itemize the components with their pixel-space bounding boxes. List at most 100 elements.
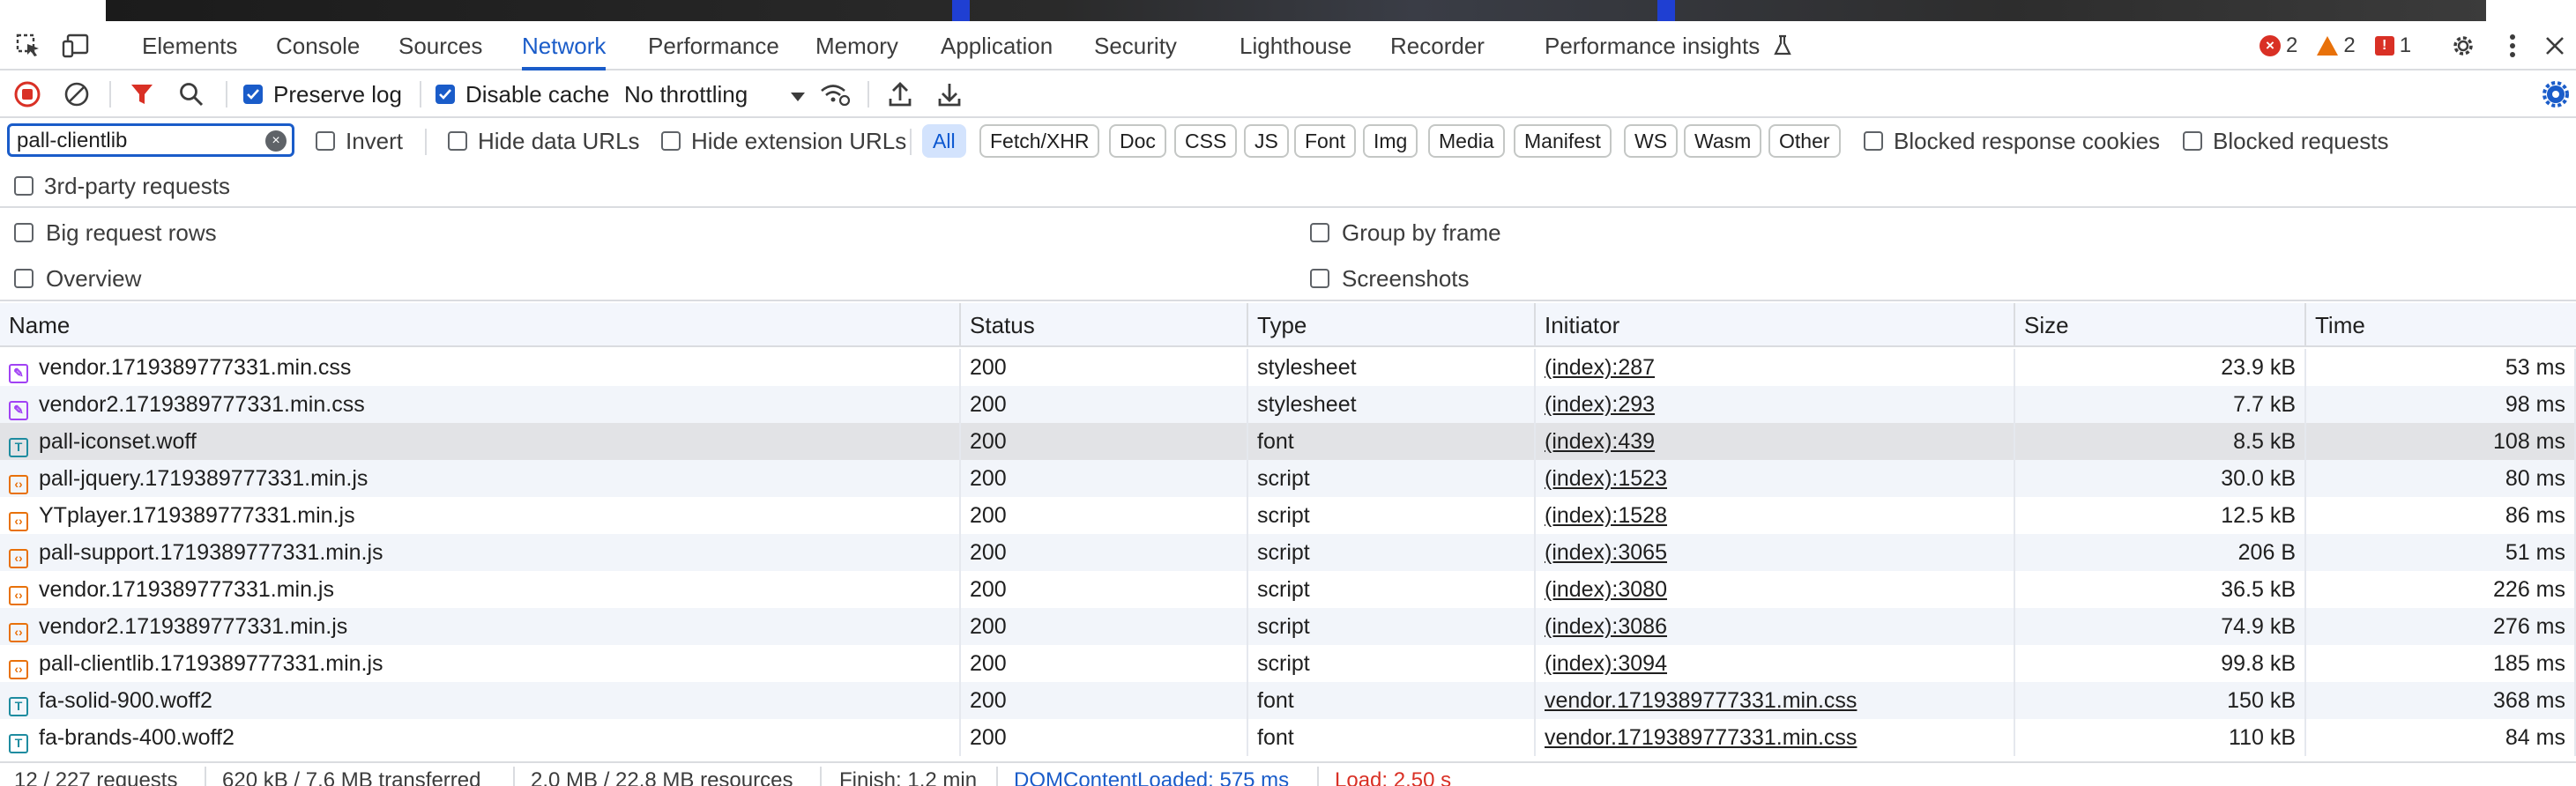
filter-chip-js[interactable]: JS bbox=[1244, 124, 1289, 158]
filter-input[interactable]: pall-clientlib × bbox=[7, 123, 294, 157]
table-row[interactable]: Tpall-iconset.woff 200 font (index):439 8.5 … bbox=[0, 423, 2576, 460]
checkbox-unchecked-icon[interactable] bbox=[1864, 131, 1883, 151]
clear-filter-icon[interactable]: × bbox=[265, 130, 287, 152]
table-row[interactable]: ‹› pall-support.1719389777331.min.js 200 sc… bbox=[0, 534, 2576, 571]
cell-initiator-text[interactable]: (index):1523 bbox=[1545, 466, 1667, 491]
table-row[interactable]: ‹› vendor.1719389777331.min.js 200 script (i… bbox=[0, 571, 2576, 608]
cell-initiator-text[interactable]: (index):3065 bbox=[1545, 540, 1667, 565]
cell-initiator[interactable]: (index):3080 bbox=[1536, 571, 2015, 608]
inspect-element-icon[interactable] bbox=[12, 30, 44, 62]
export-har-icon[interactable] bbox=[933, 78, 966, 111]
preserve-log-checkbox[interactable]: Preserve log bbox=[243, 70, 402, 118]
column-header-size[interactable]: Size bbox=[2015, 303, 2306, 347]
checkbox-unchecked-icon[interactable] bbox=[14, 223, 34, 242]
import-har-icon[interactable] bbox=[883, 78, 917, 111]
filter-chip-img[interactable]: Img bbox=[1363, 124, 1418, 158]
filter-chip-media[interactable]: Media bbox=[1428, 124, 1505, 158]
column-header-time[interactable]: Time bbox=[2306, 303, 2576, 347]
checkbox-unchecked-icon[interactable] bbox=[14, 269, 34, 288]
checkbox-unchecked-icon[interactable] bbox=[1310, 223, 1329, 242]
blocked-response-cookies-checkbox[interactable]: Blocked response cookies bbox=[1864, 118, 2160, 164]
hide-extension-urls-checkbox[interactable]: Hide extension URLs bbox=[661, 118, 906, 164]
blocked-requests-checkbox[interactable]: Blocked requests bbox=[2183, 118, 2388, 164]
filter-icon[interactable] bbox=[125, 78, 159, 111]
search-icon[interactable] bbox=[175, 78, 208, 111]
cell-initiator-text[interactable]: (index):3080 bbox=[1545, 577, 1667, 602]
network-conditions-icon[interactable] bbox=[818, 78, 852, 111]
throttling-select[interactable]: No throttling bbox=[624, 70, 806, 118]
cell-initiator[interactable]: (index):293 bbox=[1536, 386, 2015, 423]
cell-initiator-text[interactable]: vendor.1719389777331.min.css bbox=[1545, 725, 1857, 750]
checkbox-checked-icon[interactable] bbox=[243, 85, 263, 104]
settings-gear-icon[interactable] bbox=[2447, 30, 2479, 62]
checkbox-checked-icon[interactable] bbox=[436, 85, 455, 104]
overview-checkbox[interactable]: Overview bbox=[14, 256, 141, 301]
warning-badge[interactable]: 2 bbox=[2317, 33, 2356, 58]
third-party-requests-checkbox[interactable]: 3rd-party requests bbox=[14, 164, 230, 208]
cell-initiator[interactable]: (index):3094 bbox=[1536, 645, 2015, 682]
cell-initiator[interactable]: (index):1528 bbox=[1536, 497, 2015, 534]
issue-badges[interactable]: × 2 2 ! 1 bbox=[2260, 33, 2431, 58]
more-options-icon[interactable] bbox=[2497, 30, 2528, 62]
column-header-status[interactable]: Status bbox=[961, 303, 1248, 347]
filter-chip-all[interactable]: All bbox=[922, 124, 966, 158]
close-devtools-icon[interactable] bbox=[2539, 30, 2571, 62]
network-settings-gear-icon[interactable] bbox=[2539, 78, 2572, 111]
filter-chip-fetch-xhr[interactable]: Fetch/XHR bbox=[979, 124, 1100, 158]
cell-initiator-text[interactable]: (index):293 bbox=[1545, 392, 1655, 417]
cell-initiator[interactable]: vendor.1719389777331.min.css bbox=[1536, 682, 2015, 719]
tab-lighthouse[interactable]: Lighthouse bbox=[1240, 21, 1351, 70]
disable-cache-checkbox[interactable]: Disable cache bbox=[436, 70, 609, 118]
cell-initiator-text[interactable]: (index):3094 bbox=[1545, 651, 1667, 676]
clear-log-icon[interactable] bbox=[60, 78, 93, 111]
filter-chip-font[interactable]: Font bbox=[1294, 124, 1357, 158]
table-row[interactable]: ‹› vendor2.1719389777331.min.js 200 script (… bbox=[0, 608, 2576, 645]
hide-data-urls-checkbox[interactable]: Hide data URLs bbox=[448, 118, 640, 164]
cell-initiator-text[interactable]: (index):439 bbox=[1545, 429, 1655, 454]
big-request-rows-checkbox[interactable]: Big request rows bbox=[14, 210, 217, 256]
table-row[interactable]: ‹› pall-clientlib.1719389777331.min.js 200… bbox=[0, 645, 2576, 682]
filter-chip-doc[interactable]: Doc bbox=[1109, 124, 1166, 158]
group-by-frame-checkbox[interactable]: Group by frame bbox=[1310, 210, 1501, 256]
checkbox-unchecked-icon[interactable] bbox=[1310, 269, 1329, 288]
filter-chip-other[interactable]: Other bbox=[1768, 124, 1841, 158]
checkbox-unchecked-icon[interactable] bbox=[661, 131, 681, 151]
screenshots-checkbox[interactable]: Screenshots bbox=[1310, 256, 1470, 301]
issues-badge[interactable]: ! 1 bbox=[2374, 33, 2411, 58]
tab-memory[interactable]: Memory bbox=[815, 21, 898, 70]
cell-initiator[interactable]: (index):439 bbox=[1536, 423, 2015, 460]
checkbox-unchecked-icon[interactable] bbox=[448, 131, 467, 151]
filter-chip-manifest[interactable]: Manifest bbox=[1514, 124, 1612, 158]
device-toolbar-icon[interactable] bbox=[60, 30, 92, 62]
checkbox-unchecked-icon[interactable] bbox=[14, 176, 34, 196]
checkbox-unchecked-icon[interactable] bbox=[2183, 131, 2202, 151]
stop-recording-icon[interactable] bbox=[11, 78, 44, 111]
tab-network[interactable]: Network bbox=[522, 21, 607, 70]
tab-recorder[interactable]: Recorder bbox=[1390, 21, 1485, 70]
cell-initiator-text[interactable]: (index):1528 bbox=[1545, 503, 1667, 528]
column-header-type[interactable]: Type bbox=[1248, 303, 1536, 347]
tab-sources[interactable]: Sources bbox=[398, 21, 482, 70]
column-header-name[interactable]: Name bbox=[0, 303, 961, 347]
filter-chip-css[interactable]: CSS bbox=[1174, 124, 1238, 158]
cell-initiator[interactable]: vendor.1719389777331.min.css bbox=[1536, 719, 2015, 756]
error-badge[interactable]: × 2 bbox=[2260, 33, 2297, 58]
tab-elements[interactable]: Elements bbox=[142, 21, 237, 70]
cell-initiator[interactable]: (index):3086 bbox=[1536, 608, 2015, 645]
table-row[interactable]: Tfa-brands-400.woff2 200 font vendor.171938… bbox=[0, 719, 2576, 756]
tab-security[interactable]: Security bbox=[1094, 21, 1177, 70]
table-row[interactable]: ‹› pall-jquery.1719389777331.min.js 200 scr… bbox=[0, 460, 2576, 497]
column-header-initiator[interactable]: Initiator bbox=[1536, 303, 2015, 347]
tab-performance-insights[interactable]: Performance insights bbox=[1545, 21, 1792, 70]
invert-checkbox[interactable]: Invert bbox=[316, 118, 403, 164]
cell-initiator[interactable]: (index):1523 bbox=[1536, 460, 2015, 497]
table-row[interactable]: Tfa-solid-900.woff2 200 font vendor.1719389… bbox=[0, 682, 2576, 719]
tab-performance[interactable]: Performance bbox=[648, 21, 779, 70]
tab-console[interactable]: Console bbox=[276, 21, 360, 70]
cell-initiator[interactable]: (index):3065 bbox=[1536, 534, 2015, 571]
cell-initiator-text[interactable]: (index):287 bbox=[1545, 355, 1655, 380]
table-row[interactable]: ✎ vendor2.1719389777331.min.css 200 stylesh… bbox=[0, 386, 2576, 423]
table-row[interactable]: ✎ vendor.1719389777331.min.css 200 styleshe… bbox=[0, 349, 2576, 386]
filter-chip-ws[interactable]: WS bbox=[1624, 124, 1679, 158]
cell-initiator[interactable]: (index):287 bbox=[1536, 349, 2015, 386]
